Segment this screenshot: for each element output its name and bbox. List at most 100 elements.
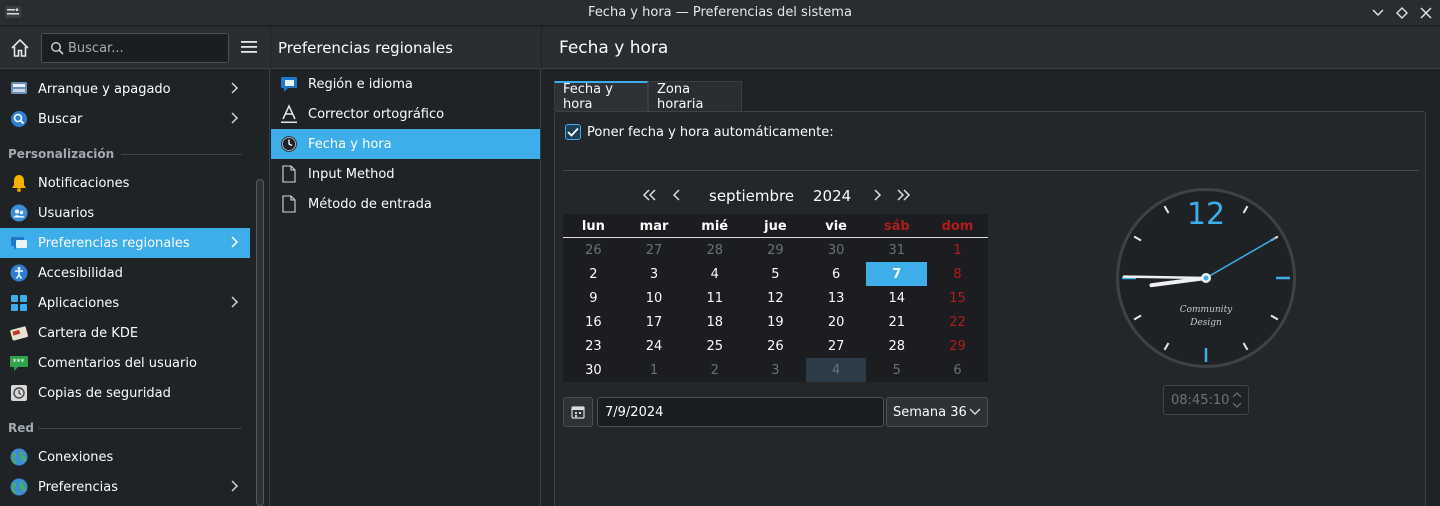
- chevron-right-icon: [230, 479, 240, 497]
- chevron-right-icon: [230, 111, 240, 129]
- calendar-grid: lun mar mié jue vie sáb dom 26 27 28 29 …: [563, 214, 988, 382]
- calendar-day[interactable]: 29: [927, 334, 988, 358]
- clock-minute-hand: [1122, 275, 1208, 280]
- calendar-day[interactable]: 28: [684, 238, 745, 262]
- calendar-day[interactable]: 10: [624, 286, 685, 310]
- calendar-day[interactable]: 1: [927, 238, 988, 262]
- subcategory-item-metodo-entrada[interactable]: Método de entrada: [271, 189, 540, 219]
- next-month-icon[interactable]: [867, 185, 887, 205]
- weekday-label: mié: [701, 218, 729, 234]
- sidebar-item-preferencias-red[interactable]: Preferencias: [0, 472, 250, 502]
- search-field[interactable]: [41, 33, 229, 63]
- calendar-day[interactable]: 26: [745, 334, 806, 358]
- calendar-day[interactable]: 12: [745, 286, 806, 310]
- sidebar-item-notificaciones[interactable]: Notificaciones: [0, 168, 250, 198]
- next-year-icon[interactable]: [894, 185, 914, 205]
- calendar-day[interactable]: 3: [745, 358, 806, 382]
- close-icon[interactable]: [1416, 3, 1436, 23]
- sidebar-item-usuarios[interactable]: Usuarios: [0, 198, 250, 228]
- calendar-day[interactable]: 13: [806, 286, 867, 310]
- auto-datetime-row[interactable]: Poner fecha y hora automáticamente:: [565, 124, 834, 140]
- page-title: Fecha y hora: [559, 38, 669, 58]
- calendar-day-hover[interactable]: 4: [805, 358, 867, 382]
- calendar-day[interactable]: 6: [806, 262, 867, 286]
- sidebar-item-accesibilidad[interactable]: Accesibilidad: [0, 258, 250, 288]
- tab-zona-horaria[interactable]: Zona horaria: [648, 81, 742, 112]
- calendar-day[interactable]: 17: [624, 310, 685, 334]
- calendar-day[interactable]: 25: [684, 334, 745, 358]
- bell-icon: [9, 173, 29, 193]
- subcategory-item-input-method[interactable]: Input Method: [271, 159, 540, 189]
- calendar-day[interactable]: 31: [866, 238, 927, 262]
- calendar-day[interactable]: 29: [745, 238, 806, 262]
- search-input[interactable]: [68, 39, 224, 57]
- calendar-day[interactable]: 15: [927, 286, 988, 310]
- time-spinner[interactable]: [1232, 389, 1242, 415]
- accessibility-icon: [9, 263, 29, 283]
- calendar-day[interactable]: 2: [563, 262, 624, 286]
- previous-month-icon[interactable]: [667, 185, 687, 205]
- sidebar-item-copias-seguridad[interactable]: Copias de seguridad: [0, 378, 250, 408]
- sidebar-item-conexiones[interactable]: Conexiones: [0, 442, 250, 472]
- calendar-month[interactable]: septiembre: [709, 187, 794, 205]
- calendar-day[interactable]: 11: [684, 286, 745, 310]
- calendar-day[interactable]: 8: [927, 262, 988, 286]
- tab-content: Poner fecha y hora automáticamente: sept…: [554, 111, 1426, 506]
- minimize-icon[interactable]: [1368, 3, 1388, 23]
- home-icon[interactable]: [9, 37, 31, 59]
- calendar-day[interactable]: 5: [745, 262, 806, 286]
- sidebar-item-aplicaciones[interactable]: Aplicaciones: [0, 288, 250, 318]
- auto-datetime-label: Poner fecha y hora automáticamente:: [587, 124, 834, 140]
- calendar-day[interactable]: 20: [806, 310, 867, 334]
- calendar-day[interactable]: 5: [866, 358, 927, 382]
- date-input[interactable]: 7/9/2024: [597, 397, 884, 427]
- tab-fecha-hora[interactable]: Fecha y hora: [554, 81, 648, 112]
- calendar-day[interactable]: 3: [624, 262, 685, 286]
- calendar-day[interactable]: 9: [563, 286, 624, 310]
- calendar-day[interactable]: 6: [927, 358, 988, 382]
- sidebar-item-comentarios[interactable]: *** Comentarios del usuario: [0, 348, 250, 378]
- auto-datetime-checkbox[interactable]: [565, 124, 581, 140]
- time-input[interactable]: 08:45:10: [1163, 385, 1249, 415]
- calendar-day[interactable]: 19: [745, 310, 806, 334]
- week-select-value: Semana 36: [893, 404, 967, 420]
- calendar-day[interactable]: 4: [684, 262, 745, 286]
- maximize-icon[interactable]: [1392, 3, 1412, 23]
- chevron-down-icon: [969, 406, 981, 421]
- previous-year-icon[interactable]: [639, 185, 659, 205]
- weekday-label: mar: [639, 218, 669, 234]
- calendar-day[interactable]: 27: [624, 238, 685, 262]
- calendar-day[interactable]: 21: [866, 310, 927, 334]
- calendar-day[interactable]: 1: [624, 358, 685, 382]
- subcategory-item-fecha-hora[interactable]: Fecha y hora: [271, 129, 540, 159]
- calendar-day[interactable]: 16: [563, 310, 624, 334]
- calendar-day[interactable]: 22: [927, 310, 988, 334]
- subcategory-item-corrector[interactable]: Corrector ortográfico: [271, 99, 540, 129]
- calendar-footer: 7/9/2024 Semana 36: [563, 397, 988, 427]
- sidebar-item-buscar[interactable]: Buscar: [0, 104, 250, 134]
- sidebar-scrollbar[interactable]: [256, 179, 264, 506]
- calendar-day[interactable]: 14: [866, 286, 927, 310]
- sidebar-item-cartera-kde[interactable]: Cartera de KDE: [0, 318, 250, 348]
- calendar-day[interactable]: 30: [563, 358, 624, 382]
- calendar-day-selected[interactable]: 7: [866, 262, 928, 286]
- subcategory-item-region-idioma[interactable]: Región e idioma: [271, 69, 540, 99]
- calendar-today-button[interactable]: [563, 397, 593, 427]
- week-select[interactable]: Semana 36: [886, 397, 988, 427]
- calendar-day[interactable]: 18: [684, 310, 745, 334]
- calendar-year[interactable]: 2024: [813, 187, 851, 205]
- sidebar-item-arranque[interactable]: Arranque y apagado: [0, 74, 250, 104]
- clock-center-dot: [1203, 275, 1209, 281]
- calendar-day[interactable]: 23: [563, 334, 624, 358]
- sidebar-item-preferencias-regionales[interactable]: Preferencias regionales: [0, 228, 250, 258]
- calendar-day[interactable]: 28: [866, 334, 927, 358]
- globe-icon: [9, 477, 29, 497]
- calendar-day[interactable]: 27: [806, 334, 867, 358]
- calendar-week: 30 1 2 3 4 5 6: [563, 358, 988, 382]
- calendar-day[interactable]: 24: [624, 334, 685, 358]
- calendar-day[interactable]: 2: [684, 358, 745, 382]
- calendar-day[interactable]: 30: [806, 238, 867, 262]
- clock-brand-line1: Community: [1180, 305, 1233, 315]
- calendar-day[interactable]: 26: [563, 238, 624, 262]
- hamburger-menu-icon[interactable]: [240, 39, 258, 55]
